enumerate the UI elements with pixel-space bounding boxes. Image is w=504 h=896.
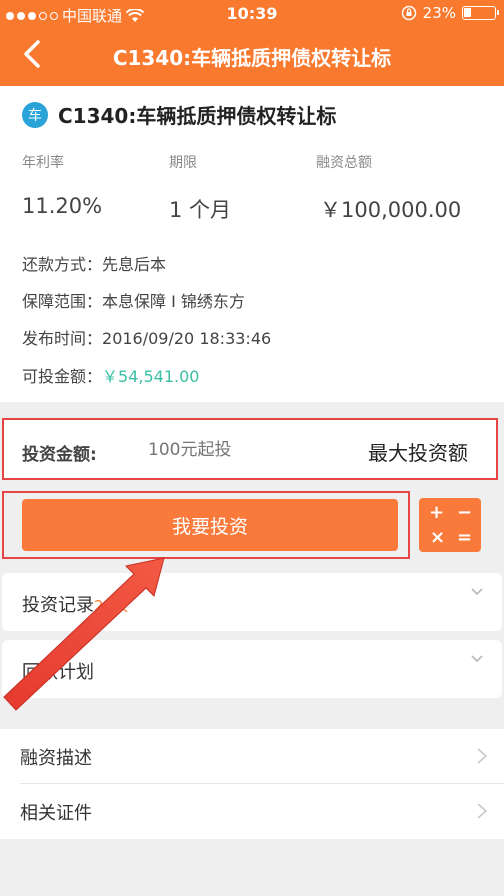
guarantee-row: 保障范围：本息保障 I 锦绣东方 [22, 288, 245, 312]
published-value: 2016/09/20 18:33:46 [102, 329, 272, 348]
battery-group: 23% [401, 4, 499, 22]
chevron-down-icon [471, 655, 483, 663]
battery-percent: 23% [422, 4, 456, 22]
published-label: 发布时间： [22, 329, 103, 348]
guarantee-value: 本息保障 I 锦绣东方 [102, 292, 245, 311]
equals-symbol: = [457, 527, 473, 548]
term-value: 1 个月 [169, 198, 232, 222]
repayment-plan-section[interactable]: 回款计划 [2, 640, 502, 698]
total-amount-label: 融资总额 [316, 155, 372, 171]
invest-button[interactable]: 我要投资 [22, 499, 398, 551]
term-label: 期限 [169, 155, 197, 171]
status-bar: 中国联通 10:39 23% [0, 0, 504, 28]
investment-records-section[interactable]: 投资记录26人 [2, 573, 502, 631]
available-row: 可投金额：￥54,541.00 [22, 363, 199, 387]
invest-amount-label: 投资金额: [22, 445, 97, 465]
info-list: 融资描述 相关证件 [0, 729, 504, 839]
invest-amount-box: 投资金额: 最大投资额 [2, 418, 498, 480]
calculator-button[interactable]: + − × = [419, 498, 481, 552]
times-symbol: × [430, 527, 446, 548]
car-badge-icon: 车 [22, 101, 48, 128]
available-amount: ￥54,541.00 [102, 367, 200, 386]
loan-info-card: 车 C1340:车辆抵质押债权转让标 年利率 期限 融资总额 11.20% 1 … [0, 86, 504, 402]
max-invest-button[interactable]: 最大投资额 [368, 437, 468, 466]
section-title: 投资记录 [22, 595, 94, 616]
repayment-value: 先息后本 [102, 255, 167, 274]
financing-description-label: 融资描述 [20, 748, 92, 769]
annual-rate-label: 年利率 [22, 155, 64, 171]
investor-count: 26人 [94, 597, 129, 615]
loan-title: C1340:车辆抵质押债权转让标 [58, 104, 337, 128]
page-title: C1340:车辆抵质押债权转让标 [112, 46, 392, 70]
battery-icon [462, 6, 499, 20]
loan-title-row: 车 C1340:车辆抵质押债权转让标 [22, 100, 336, 129]
financing-description-item[interactable]: 融资描述 [0, 729, 504, 783]
published-row: 发布时间：2016/09/20 18:33:46 [22, 325, 271, 349]
annual-rate-value: 11.20% [22, 194, 103, 218]
top-bar: 中国联通 10:39 23% C1340:车辆抵质押债权转让标 [0, 0, 504, 86]
minus-symbol: − [457, 502, 473, 523]
chevron-right-icon [477, 803, 488, 819]
related-documents-item[interactable]: 相关证件 [0, 784, 504, 838]
repayment-row: 还款方式：先息后本 [22, 251, 166, 275]
plus-symbol: + [429, 502, 445, 523]
invest-amount-input[interactable] [148, 440, 298, 460]
orientation-lock-icon [401, 5, 416, 21]
repayment-plan-label: 回款计划 [22, 662, 94, 683]
chevron-right-icon [477, 748, 488, 764]
guarantee-label: 保障范围： [22, 292, 103, 311]
investment-records-label: 投资记录26人 [22, 591, 128, 617]
related-documents-label: 相关证件 [20, 803, 92, 824]
invest-button-highlight: 我要投资 [2, 491, 410, 559]
total-amount-value: ￥100,000.00 [320, 198, 462, 222]
repayment-label: 还款方式： [22, 255, 103, 274]
chevron-down-icon [471, 588, 483, 596]
available-label: 可投金额： [22, 367, 103, 386]
